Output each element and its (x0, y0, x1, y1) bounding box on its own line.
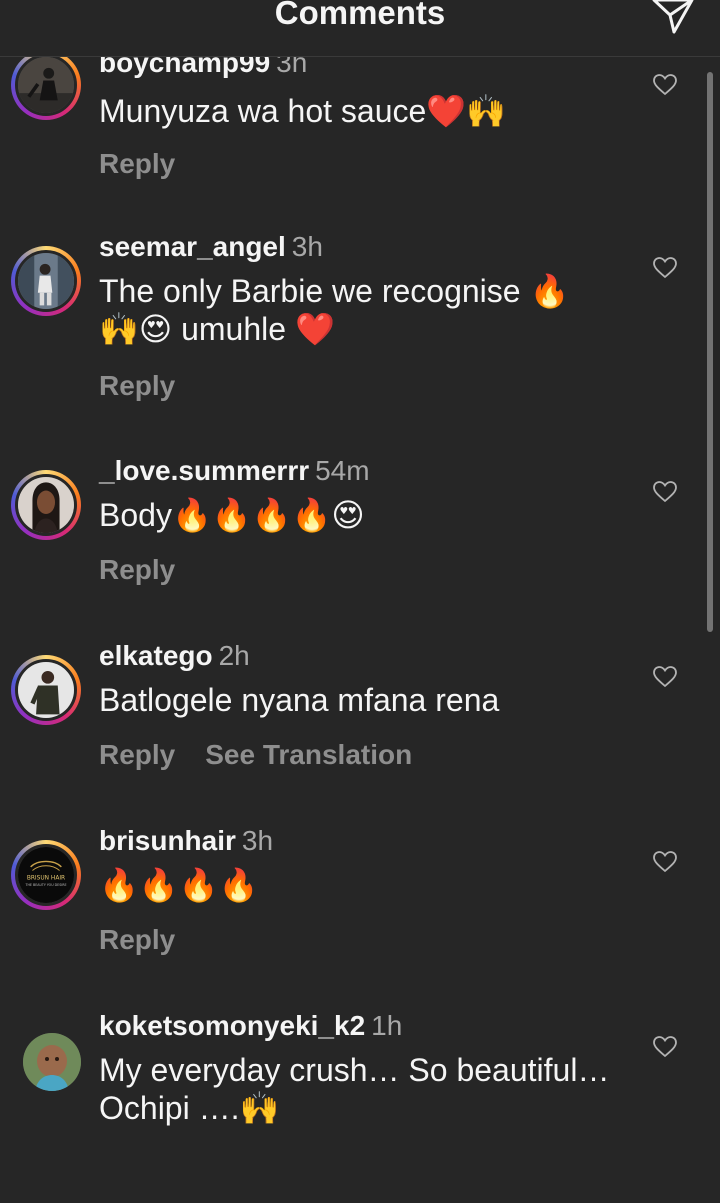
username-text[interactable]: koketsomonyeki_k2 (99, 1010, 365, 1041)
comment-username[interactable]: koketsomonyeki_k2 1h (99, 1010, 402, 1042)
username-text[interactable]: _love.summerrr (99, 455, 309, 486)
heart-icon[interactable] (653, 257, 677, 279)
heart-icon[interactable] (653, 1036, 677, 1058)
comment-username[interactable]: brisunhair 3h (99, 825, 273, 857)
comment-text: 🔥🔥🔥🔥 (99, 867, 259, 903)
avatar-ring[interactable]: BRISUN HAIR THE BEAUTY YOU DESIRE (11, 840, 81, 910)
heart-icon[interactable] (653, 481, 677, 503)
avatar-ring[interactable] (11, 50, 81, 120)
comment-text: Munyuza wa hot sauce❤️🙌 (99, 93, 506, 129)
comment-time: 1h (371, 1010, 403, 1041)
comment-time: 54m (315, 455, 370, 486)
heart-icon[interactable] (653, 666, 677, 688)
comment-time: 2h (218, 640, 250, 671)
comment-text: My everyday crush… So beautiful… Ochipi … (99, 1052, 610, 1126)
username-text[interactable]: seemar_angel (99, 231, 286, 262)
comment-item: seemar_angel 3h The only Barbie we recogn… (0, 231, 720, 424)
avatar[interactable] (15, 474, 77, 536)
reply-button[interactable]: Reply (99, 554, 175, 585)
reply-button[interactable]: Reply (99, 924, 175, 955)
comment-item: BRISUN HAIR THE BEAUTY YOU DESIRE brisunh… (0, 825, 720, 1018)
logo-text: BRISUN HAIR (27, 876, 65, 882)
avatar[interactable] (15, 250, 77, 312)
heart-icon[interactable] (653, 74, 677, 96)
comment-item: boychamp99 3h Munyuza wa hot sauce❤️🙌 Rep… (0, 47, 720, 240)
comment-username[interactable]: elkatego 2h (99, 640, 250, 672)
comment-text: The only Barbie we recognise 🔥🙌😍 umuhle … (99, 273, 570, 347)
reply-button[interactable]: Reply (99, 370, 175, 401)
avatar[interactable] (23, 1033, 81, 1091)
avatar[interactable]: BRISUN HAIR THE BEAUTY YOU DESIRE (15, 844, 77, 906)
comments-list[interactable]: boychamp99 3h Munyuza wa hot sauce❤️🙌 Rep… (0, 0, 720, 1126)
see-translation-button[interactable]: See Translation (205, 739, 412, 770)
comment-item: koketsomonyeki_k2 1h My everyday crush… S… (0, 1010, 720, 1203)
reply-button[interactable]: Reply (99, 739, 175, 770)
comment-username[interactable]: _love.summerrr 54m (99, 455, 370, 487)
comment-item: elkatego 2h Batlogele nyana mfana rena Re… (0, 640, 720, 833)
comment-text: Body🔥🔥🔥🔥😍 (99, 497, 365, 533)
avatar[interactable] (15, 54, 77, 116)
comment-item: _love.summerrr 54m Body🔥🔥🔥🔥😍 Reply (0, 455, 720, 648)
logo-tagline: THE BEAUTY YOU DESIRE (24, 883, 66, 887)
username-text[interactable]: brisunhair (99, 825, 236, 856)
heart-icon[interactable] (653, 851, 677, 873)
avatar-ring[interactable] (11, 470, 81, 540)
reply-button[interactable]: Reply (99, 148, 175, 179)
avatar-frame[interactable] (11, 1025, 81, 1095)
send-icon[interactable] (652, 0, 694, 34)
username-text[interactable]: elkatego (99, 640, 213, 671)
comment-time: 3h (291, 231, 323, 262)
avatar-ring[interactable] (11, 246, 81, 316)
comment-text: Batlogele nyana mfana rena (99, 682, 500, 718)
page-title: Comments (274, 0, 446, 31)
comment-username[interactable]: seemar_angel 3h (99, 231, 323, 263)
comment-time: 3h (241, 825, 274, 856)
avatar[interactable] (15, 659, 77, 721)
comments-header: Comments (0, 0, 720, 57)
avatar-ring[interactable] (11, 655, 81, 725)
scrollbar[interactable] (707, 72, 713, 632)
